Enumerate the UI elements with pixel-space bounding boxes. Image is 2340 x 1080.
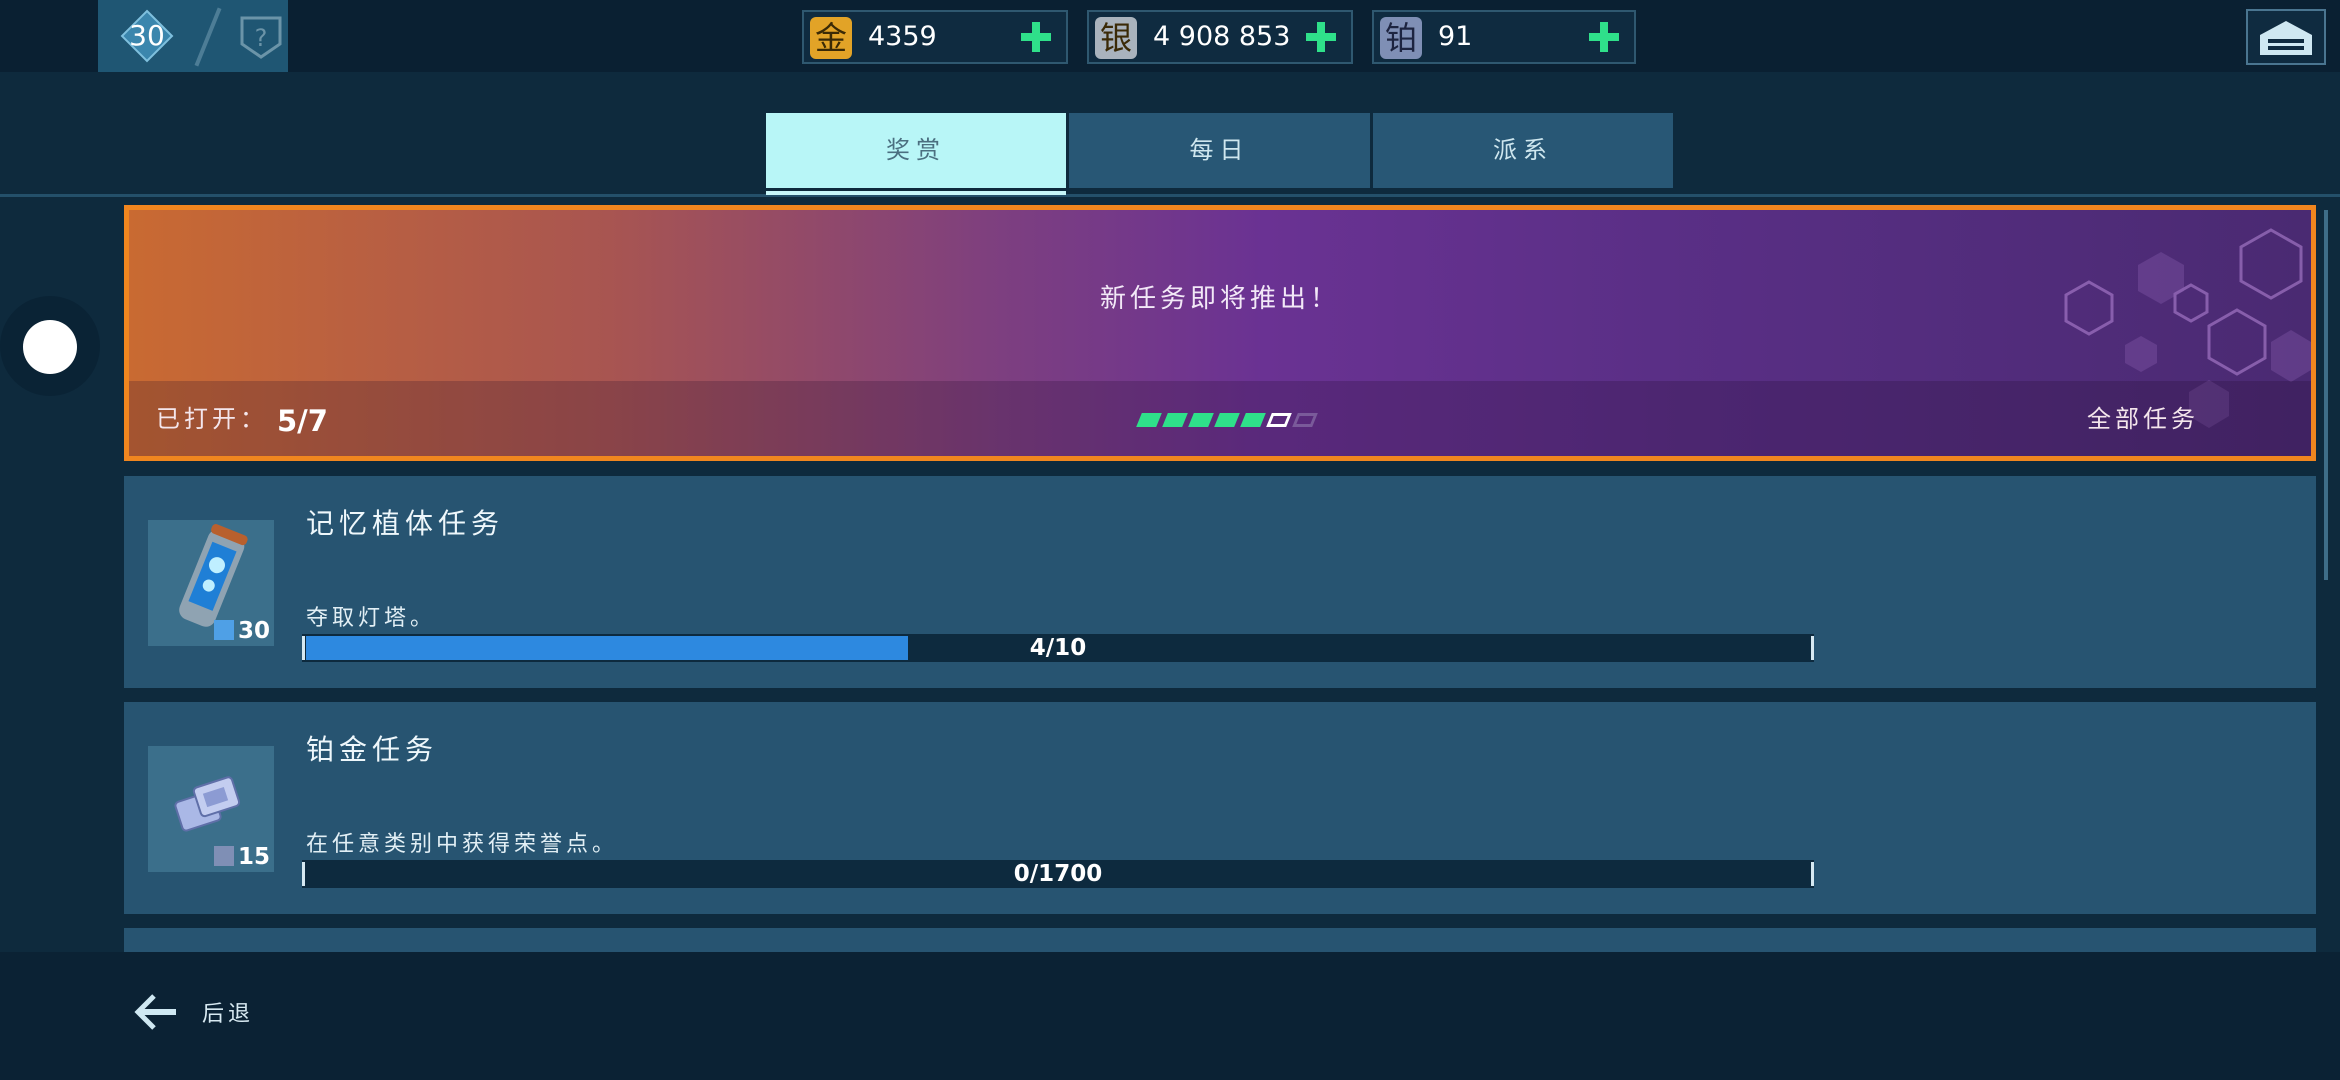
implant-badge-icon — [213, 620, 234, 640]
progress-pip — [1266, 413, 1292, 427]
gold-icon: 金 — [810, 17, 852, 59]
hangar-button[interactable] — [2246, 9, 2326, 65]
tab-divider — [0, 194, 2340, 197]
mission-title: 铂金任务 — [306, 733, 439, 766]
tab-faction[interactable]: 派系 — [1373, 113, 1673, 188]
opened-label: 已打开： — [156, 405, 268, 433]
platinum-amount: 91 — [1438, 21, 1473, 52]
mission-progress-bar: 4/10 — [302, 634, 1814, 662]
mission-description: 夺取灯塔。 — [306, 606, 437, 631]
opened-value: 5/7 — [277, 404, 328, 438]
back-button[interactable]: 后退 — [202, 996, 254, 1028]
progress-text: 0/1700 — [1013, 861, 1103, 887]
progress-pip — [1188, 413, 1214, 427]
gold-currency: 金 4359 — [802, 10, 1068, 64]
hangar-icon — [2260, 21, 2312, 55]
add-silver-button[interactable] — [1301, 17, 1341, 57]
platinum-icon: 铂 — [1380, 17, 1422, 59]
mission-progress-bar: 0/1700 — [302, 860, 1814, 888]
progress-text: 4/10 — [1029, 635, 1087, 661]
bottom-bar — [0, 952, 2340, 1080]
reward-amount: 30 — [237, 618, 270, 644]
silver-icon: 银 — [1095, 17, 1137, 59]
platinum-badge-icon — [213, 846, 234, 866]
silver-currency: 银 4 908 853 — [1087, 10, 1353, 64]
player-level-panel[interactable]: 30 ? — [98, 0, 288, 72]
mission-thumbnail: 30 — [148, 520, 274, 646]
mission-card[interactable]: 30 记忆植体任务 夺取灯塔。 4/10 — [124, 476, 2316, 688]
scrollbar[interactable] — [2324, 210, 2328, 580]
mission-description: 在任意类别中获得荣誉点。 — [306, 832, 619, 857]
add-platinum-button[interactable] — [1584, 17, 1624, 57]
add-gold-button[interactable] — [1016, 17, 1056, 57]
silver-amount: 4 908 853 — [1153, 21, 1291, 52]
progress-pip — [1136, 413, 1162, 427]
player-level: 30 — [129, 19, 165, 52]
platinum-currency: 铂 91 — [1372, 10, 1636, 64]
reward-badge: 30 — [213, 618, 270, 644]
all-tasks-link[interactable]: 全部任务 — [2087, 399, 2199, 434]
reward-badge: 15 — [213, 844, 270, 870]
mission-thumbnail: 15 — [148, 746, 274, 872]
mission-title: 记忆植体任务 — [306, 507, 505, 540]
svg-text:?: ? — [255, 24, 268, 52]
mission-banner[interactable]: 新任务即将推出！ 已打开： 5/7 全部任务 — [124, 205, 2316, 461]
progress-pip — [1292, 413, 1318, 427]
reward-amount: 15 — [237, 844, 270, 870]
progress-pip — [1240, 413, 1266, 427]
mission-card[interactable]: 15 铂金任务 在任意类别中获得荣誉点。 0/1700 — [124, 702, 2316, 914]
tab-daily[interactable]: 每日 — [1069, 113, 1370, 188]
tab-rewards[interactable]: 奖赏 — [766, 113, 1066, 188]
active-tab-indicator — [766, 191, 1066, 195]
back-arrow-icon[interactable] — [132, 988, 180, 1036]
side-toggle-button[interactable] — [23, 320, 77, 374]
top-bar: 30 ? 金 4359 银 4 908 853 铂 91 — [0, 0, 2340, 72]
progress-pip — [1214, 413, 1240, 427]
banner-progress-pips — [1136, 412, 1321, 430]
divider — [194, 7, 222, 67]
help-shield-icon[interactable]: ? — [238, 14, 284, 60]
mission-card-partial[interactable] — [124, 928, 2316, 952]
gold-amount: 4359 — [868, 21, 937, 52]
progress-pip — [1162, 413, 1188, 427]
banner-message: 新任务即将推出！ — [1099, 284, 1340, 314]
